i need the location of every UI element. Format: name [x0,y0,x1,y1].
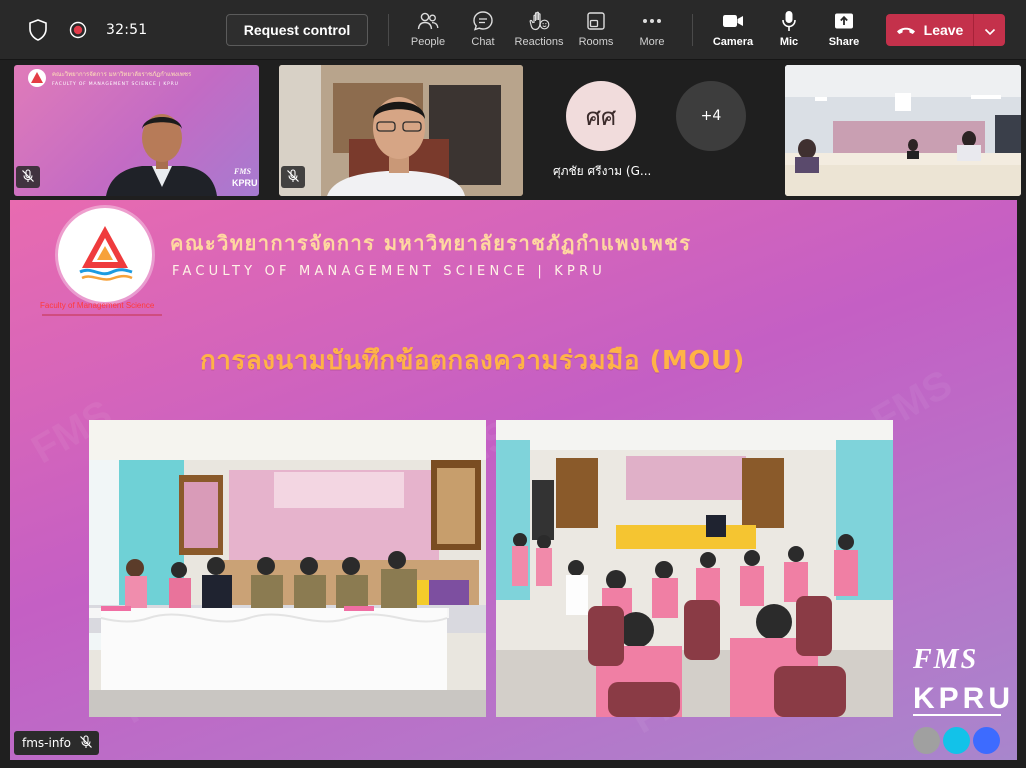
request-control-button[interactable]: Request control [226,14,368,46]
faculty-logo [58,208,152,302]
reactions-icon [527,10,551,32]
chat-button[interactable]: Chat [451,10,515,54]
presenter-name-tag: fms-info [14,731,100,755]
rooms-icon [584,10,608,32]
reactions-label: Reactions [514,36,564,48]
brand-dots [913,727,1000,754]
leave-button[interactable]: Leave [886,14,973,46]
chat-label: Chat [471,36,495,48]
mic-off-icon [79,734,93,752]
camera-icon [721,10,745,32]
toolbar-divider [692,14,693,46]
chat-icon [471,10,495,32]
more-label: More [639,36,665,48]
share-icon [832,10,856,32]
chevron-down-icon [984,21,996,40]
svg-text:KPRU: KPRU [232,178,258,188]
more-icon [640,10,664,32]
mic-label: Mic [779,36,799,48]
fms-kpru-brand: FMS KPRU [913,644,1015,716]
brand-dot [943,727,970,754]
rooms-label: Rooms [578,36,614,48]
share-label: Share [828,36,860,48]
participant-video: คณะวิทยาการจัดการ มหาวิทยาลัยราชภัฏกำแพง… [28,69,258,196]
audience-photo [496,420,893,717]
slide-title-en: FACULTY OF MANAGEMENT SCIENCE | KPRU [172,264,607,279]
presenter-name: fms-info [22,736,72,750]
mou-heading: การลงนามบันทึกข้อตกลงความร่วมมือ (MOU) [200,346,745,376]
camera-label: Camera [712,36,754,48]
toolbar-divider [388,14,389,46]
meeting-toolbar: 32:51 Request control People Chat Reacti… [0,0,1026,60]
participant-name: ศุภชัย ศรีงาม (G... [553,164,652,178]
mic-off-badge [281,166,305,188]
participant-avatar[interactable]: ศศ [566,81,636,151]
camera-button[interactable]: Camera [701,10,765,54]
mic-icon [777,10,801,32]
leave-options-button[interactable] [973,14,1005,46]
brand-kpru-text: KPRU [913,682,1015,715]
leave-label: Leave [923,22,964,38]
participant-video-tile[interactable] [785,65,1021,196]
tile-header-en: FACULTY OF MANAGEMENT SCIENCE | KPRU [52,81,179,87]
shared-screen: FMS FMS FMS FMS FMS FMS FMS Faculty of M… [10,200,1017,760]
tile-header-th: คณะวิทยาการจัดการ มหาวิทยาลัยราชภัฏกำแพง… [52,71,192,78]
participant-video-tile[interactable] [279,65,523,196]
recording-icon [66,18,90,42]
people-icon [416,10,440,32]
logo-divider [42,314,162,316]
participant-video-tile[interactable]: คณะวิทยาการจัดการ มหาวิทยาลัยราชภัฏกำแพง… [14,65,259,196]
mic-off-icon [286,168,300,187]
people-label: People [410,36,446,48]
brand-fms-text: FMS [913,644,979,675]
participant-video [785,65,1021,196]
logo-caption: Faculty of Management Science [40,301,155,310]
brand-dot [973,727,1000,754]
toolbar-left-group: 32:51 [26,18,147,42]
brand-dot [913,727,940,754]
slide-title-th: คณะวิทยาการจัดการ มหาวิทยาลัยราชภัฏกำแพง… [170,231,692,255]
shield-icon[interactable] [26,18,50,42]
more-participants-button[interactable]: +4 [676,81,746,151]
meeting-timer: 32:51 [106,22,148,38]
mic-off-icon [21,168,35,187]
share-button[interactable]: Share [812,10,876,54]
more-button[interactable]: More [620,10,684,54]
participant-video [279,65,523,196]
reactions-button[interactable]: Reactions [507,10,571,54]
signing-ceremony-photo [89,420,486,717]
rooms-button[interactable]: Rooms [564,10,628,54]
svg-text:FMS: FMS [233,167,251,176]
phone-hangup-icon [896,22,916,38]
leave-button-group: Leave [886,14,1005,46]
mic-off-badge [16,166,40,188]
